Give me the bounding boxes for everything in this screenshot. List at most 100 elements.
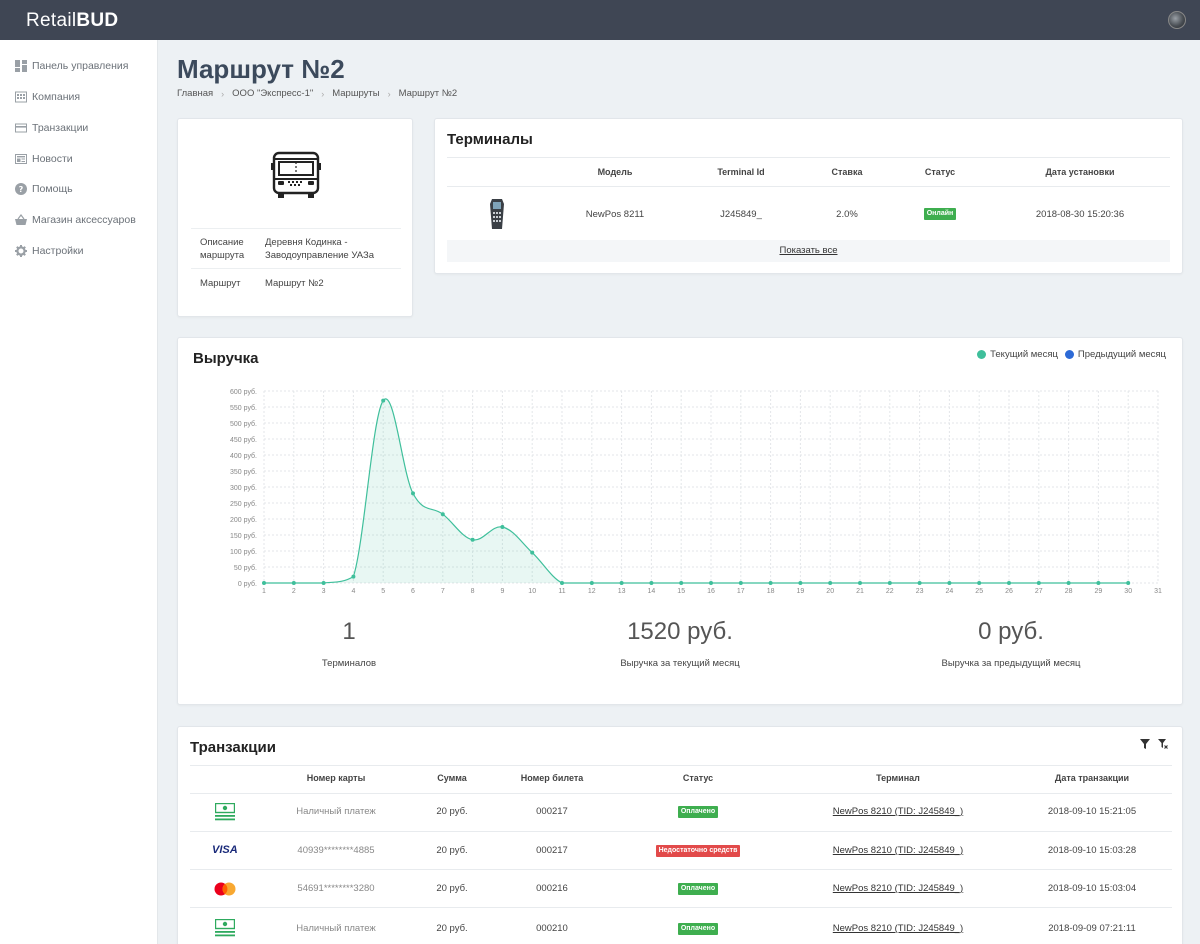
data-point	[530, 550, 535, 555]
clear-filter-icon[interactable]	[1158, 739, 1168, 749]
y-tick-label: 400 руб.	[230, 452, 257, 460]
page-title: Маршрут №2	[177, 54, 345, 84]
route-info-card: Описание маршрута Деревня Кодинка - Заво…	[177, 118, 413, 317]
y-tick-label: 150 руб.	[230, 532, 257, 540]
revenue-card: Выручка Текущий месяц Предыдущий месяц 6…	[177, 337, 1183, 705]
stat-terminals: 1 Терминалов	[229, 618, 469, 669]
sidebar-item-dashboard[interactable]: Панель управления	[15, 58, 128, 74]
ticket-number: 000217	[536, 845, 568, 856]
column-header-terminal: Терминал	[876, 773, 920, 783]
x-tick-label: 24	[946, 588, 954, 595]
help-icon: ?	[15, 183, 27, 195]
filter-icon[interactable]	[1140, 739, 1150, 749]
bus-icon	[271, 151, 321, 198]
data-point	[917, 581, 922, 585]
data-point	[470, 537, 475, 542]
terminal-id: J245849_	[720, 209, 762, 220]
data-point	[560, 581, 564, 585]
column-header-status: Статус	[682, 773, 714, 783]
transactions-title: Транзакции	[190, 739, 276, 756]
x-tick-label: 18	[767, 588, 775, 595]
transaction-sum: 20 руб.	[436, 883, 468, 894]
route-description-value: Деревня Кодинка - Заводоуправление УАЗа	[265, 237, 374, 261]
app-logo[interactable]: RetailBUD	[26, 10, 118, 32]
column-header-installed: Дата установки	[1045, 167, 1115, 177]
stat-value: 1	[342, 618, 356, 645]
x-tick-label: 13	[618, 588, 626, 595]
data-point	[828, 581, 833, 585]
show-all-link[interactable]: Показать все	[447, 240, 1170, 262]
sidebar-item-settings[interactable]: Настройки	[15, 243, 84, 259]
dashboard-icon	[15, 60, 27, 72]
data-point	[768, 581, 773, 585]
column-header-rate: Ставка	[831, 167, 863, 177]
data-point	[351, 574, 356, 579]
divider	[190, 793, 1172, 794]
newspaper-icon	[15, 154, 27, 164]
sidebar-item-accessories-shop[interactable]: Магазин аксессуаров	[15, 212, 136, 228]
y-tick-label: 450 руб.	[230, 436, 257, 444]
x-tick-label: 22	[886, 588, 894, 595]
stat-label: Выручка за предыдущий месяц	[941, 658, 1081, 669]
terminal-link[interactable]: NewPos 8210 (TID: J245849_)	[798, 806, 998, 817]
y-tick-label: 300 руб.	[230, 484, 257, 492]
sidebar-item-help[interactable]: ? Помощь	[15, 181, 73, 197]
terminal-status-cell: Онлайн	[900, 207, 980, 220]
terminal-link[interactable]: NewPos 8210 (TID: J245849_)	[798, 883, 998, 894]
column-header-card-number: Номер карты	[306, 773, 366, 783]
y-tick-label: 250 руб.	[230, 500, 257, 508]
column-header-date: Дата транзакции	[1054, 773, 1130, 783]
sidebar-item-transactions[interactable]: Транзакции	[15, 120, 88, 136]
sidebar-item-news[interactable]: Новости	[15, 151, 73, 167]
terminal-link[interactable]: NewPos 8210 (TID: J245849_)	[798, 923, 998, 934]
data-point	[291, 581, 296, 585]
data-point	[1036, 581, 1041, 585]
divider	[447, 186, 1170, 187]
data-point	[649, 581, 654, 585]
x-tick-label: 31	[1154, 588, 1162, 595]
x-tick-label: 30	[1124, 588, 1132, 595]
sidebar-item-label: Помощь	[32, 183, 73, 195]
data-point	[262, 581, 266, 585]
x-tick-label: 19	[797, 588, 805, 595]
sidebar-item-company[interactable]: Компания	[15, 89, 80, 105]
building-icon	[15, 91, 27, 103]
column-header-sum: Сумма	[437, 773, 467, 783]
column-header-model: Модель	[597, 167, 633, 177]
basket-icon	[15, 214, 27, 225]
x-tick-label: 23	[916, 588, 924, 595]
stat-value: 1520 руб.	[627, 618, 733, 645]
x-tick-label: 17	[737, 588, 745, 595]
data-point	[589, 581, 594, 585]
divider	[447, 157, 1170, 158]
x-tick-label: 4	[351, 588, 355, 595]
user-avatar[interactable]	[1168, 11, 1186, 29]
data-point	[887, 581, 892, 585]
gear-icon	[15, 245, 27, 257]
route-name-label: Маршрут	[200, 278, 241, 289]
breadcrumb-home[interactable]: Главная	[177, 88, 213, 99]
route-name-row: Маршрут Маршрут №2	[191, 268, 401, 298]
terminal-installed-date: 2018-08-30 15:20:36	[1035, 209, 1125, 220]
terminals-title: Терминалы	[447, 131, 533, 148]
card-number: Наличный платеж	[296, 923, 376, 934]
card-number: Наличный платеж	[296, 806, 376, 817]
transaction-date: 2018-09-10 15:21:05	[1047, 806, 1137, 817]
breadcrumb-routes[interactable]: Маршруты	[332, 88, 379, 99]
divider	[190, 907, 1172, 908]
y-tick-label: 350 руб.	[230, 468, 257, 476]
column-header-status: Статус	[924, 167, 956, 177]
x-tick-label: 12	[588, 588, 596, 595]
y-tick-label: 550 руб.	[230, 404, 257, 412]
x-tick-label: 15	[677, 588, 685, 595]
ticket-number: 000217	[536, 806, 568, 817]
sidebar-item-label: Новости	[32, 153, 73, 165]
divider	[190, 831, 1172, 832]
terminal-link[interactable]: NewPos 8210 (TID: J245849_)	[798, 845, 998, 856]
mastercard-icon	[214, 882, 236, 896]
data-point	[381, 398, 386, 403]
card-number: 40939********4885	[297, 845, 375, 856]
transaction-sum: 20 руб.	[436, 806, 468, 817]
x-tick-label: 8	[471, 588, 475, 595]
breadcrumb-company[interactable]: ООО "Экспресс-1"	[232, 88, 313, 99]
